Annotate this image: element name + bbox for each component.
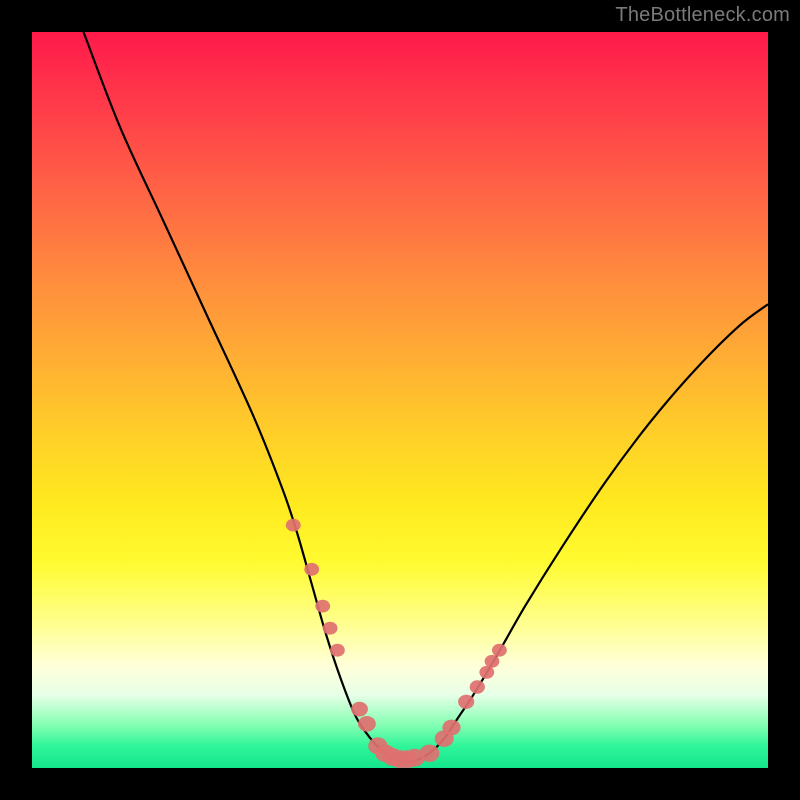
curve-line <box>84 32 769 762</box>
marker-dot <box>458 695 474 709</box>
chart-frame: TheBottleneck.com <box>0 0 800 800</box>
marker-dot <box>442 720 460 736</box>
marker-dot <box>358 716 376 732</box>
marker-dot <box>419 745 439 762</box>
marker-dot <box>479 666 494 679</box>
marker-dot <box>315 600 330 613</box>
marker-dot <box>323 622 338 635</box>
main-curve <box>84 32 769 762</box>
marker-dot <box>304 563 319 576</box>
marker-dot <box>470 680 485 693</box>
marker-dot <box>330 644 345 657</box>
watermark-text: TheBottleneck.com <box>615 4 790 27</box>
marker-dot <box>351 702 368 717</box>
marker-dots <box>286 519 507 768</box>
plot-area <box>32 32 768 768</box>
curve-svg <box>32 32 768 768</box>
marker-dot <box>492 644 507 657</box>
marker-dot <box>286 519 301 532</box>
marker-dot <box>485 655 500 668</box>
